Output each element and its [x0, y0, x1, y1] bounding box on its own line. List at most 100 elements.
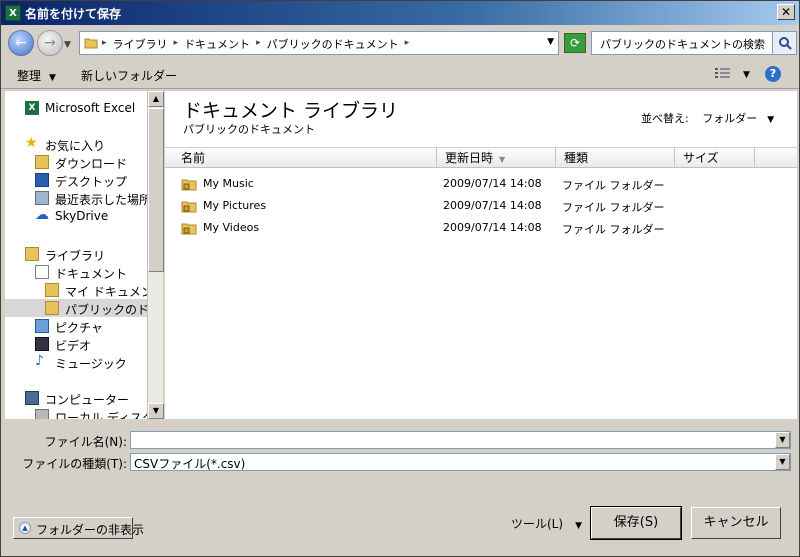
- navigation-pane: X Microsoft Excel ★ お気に入り ダウンロード デスクトップ …: [5, 91, 147, 419]
- nav-item-computer[interactable]: コンピューター: [5, 389, 147, 407]
- recent-pages-dropdown-icon[interactable]: ▼: [64, 40, 71, 50]
- folder-icon: [45, 301, 59, 315]
- nav-item-label: ライブラリ: [45, 249, 106, 263]
- search-icon[interactable]: [772, 32, 796, 54]
- file-row[interactable]: My Pictures 2009/07/14 14:08 ファイル フォルダー: [165, 195, 797, 217]
- file-row[interactable]: My Videos 2009/07/14 14:08 ファイル フォルダー: [165, 217, 797, 239]
- nav-item-desktop[interactable]: デスクトップ: [5, 171, 147, 189]
- save-as-dialog: X 名前を付けて保存 ✕ ← → ▼ ▸ ライブラリ ▸ ドキュメント ▸ パブ…: [0, 0, 800, 557]
- arrange-label: 並べ替え:: [641, 112, 689, 125]
- column-header-row: 名前 更新日時 ▼ 種類 サイズ: [165, 147, 797, 168]
- cancel-button[interactable]: キャンセル: [691, 507, 781, 539]
- filename-dropdown-icon[interactable]: ▼: [775, 432, 790, 448]
- window-title: 名前を付けて保存: [25, 7, 122, 21]
- filename-field[interactable]: ▼: [130, 431, 791, 449]
- nav-item-documents[interactable]: ドキュメント: [5, 263, 147, 281]
- column-header-size[interactable]: サイズ: [675, 148, 755, 168]
- arrange-value: フォルダー: [702, 112, 758, 125]
- folder-lock-icon: [181, 201, 197, 213]
- forward-button[interactable]: →: [37, 30, 63, 56]
- file-date: 2009/07/14 14:08: [443, 199, 542, 212]
- address-row: ← → ▼ ▸ ライブラリ ▸ ドキュメント ▸ パブリックのドキュメント ▸ …: [1, 25, 799, 61]
- nav-item-label: お気に入り: [45, 139, 106, 153]
- scroll-up-icon[interactable]: ▲: [148, 91, 164, 107]
- sort-descending-icon: ▼: [499, 155, 506, 164]
- column-header-date[interactable]: 更新日時 ▼: [437, 148, 556, 168]
- nav-item-pictures[interactable]: ピクチャ: [5, 317, 147, 335]
- video-icon: [35, 337, 49, 351]
- organize-menu-button[interactable]: 整理 ▼: [17, 67, 56, 84]
- nav-item-public-documents[interactable]: パブリックのドキュメント: [5, 299, 147, 317]
- new-folder-button[interactable]: 新しいフォルダー: [81, 67, 177, 84]
- nav-item-music[interactable]: ♪ ミュージック: [5, 353, 147, 371]
- file-type: ファイル フォルダー: [562, 201, 665, 214]
- save-fields: ファイル名(N): ▼ ファイルの種類(T): CSVファイル(*.csv) ▼: [1, 421, 799, 481]
- desktop-icon: [35, 173, 49, 187]
- recent-places-icon: [35, 191, 49, 205]
- nav-item-libraries[interactable]: ライブラリ: [5, 245, 147, 263]
- hide-folders-button[interactable]: ▲ フォルダーの非表示: [13, 517, 144, 539]
- nav-item-recent-places[interactable]: 最近表示した場所: [5, 189, 147, 207]
- scroll-down-icon[interactable]: ▼: [148, 403, 164, 419]
- folder-lock-icon: [181, 179, 197, 191]
- command-bar: 整理 ▼ 新しいフォルダー ▼ ?: [1, 61, 799, 89]
- address-history-dropdown-icon[interactable]: ▼: [547, 37, 554, 47]
- view-dropdown-icon[interactable]: ▼: [743, 70, 750, 80]
- file-name: My Pictures: [203, 199, 267, 212]
- navigation-scrollbar[interactable]: ▲ ▼: [147, 91, 164, 419]
- nav-item-videos[interactable]: ビデオ: [5, 335, 147, 353]
- column-label: 更新日時: [445, 151, 494, 165]
- nav-item-label: マイ ドキュメント: [65, 285, 147, 299]
- nav-item-label: パブリックのドキュメント: [65, 303, 147, 317]
- chevron-right-icon[interactable]: ▸: [174, 36, 179, 52]
- column-header-name[interactable]: 名前: [173, 148, 437, 168]
- chevron-down-icon: ▼: [575, 521, 582, 531]
- filetype-value: CSVファイル(*.csv): [134, 457, 246, 471]
- nav-item-local-disk[interactable]: ローカル ディスク (C:): [5, 407, 147, 419]
- breadcrumb-item[interactable]: ライブラリ: [113, 36, 168, 52]
- nav-item-label: ドキュメント: [55, 267, 128, 281]
- view-list-icon: [715, 68, 730, 78]
- column-label: 名前: [181, 151, 206, 165]
- nav-item-downloads[interactable]: ダウンロード: [5, 153, 147, 171]
- view-options-button[interactable]: [715, 67, 731, 82]
- chevron-down-icon: ▼: [49, 73, 56, 83]
- tools-menu-button[interactable]: ツール(L) ▼: [511, 515, 582, 532]
- arrange-by-control[interactable]: 並べ替え: フォルダー ▼: [641, 110, 774, 126]
- chevron-down-icon: ▼: [767, 115, 775, 125]
- column-label: 種類: [564, 151, 589, 165]
- breadcrumb-item[interactable]: パブリックのドキュメント: [267, 36, 399, 52]
- refresh-button[interactable]: ⟳: [564, 33, 586, 53]
- help-icon[interactable]: ?: [765, 66, 781, 82]
- filetype-label: ファイルの種類(T):: [22, 457, 127, 471]
- file-type: ファイル フォルダー: [562, 179, 665, 192]
- chevron-right-icon[interactable]: ▸: [256, 36, 261, 52]
- filetype-select[interactable]: CSVファイル(*.csv) ▼: [130, 453, 791, 471]
- file-list-pane: ドキュメント ライブラリ パブリックのドキュメント 並べ替え: フォルダー ▼ 名…: [165, 91, 797, 419]
- nav-item-skydrive[interactable]: ☁ SkyDrive: [5, 207, 147, 225]
- scrollbar-thumb[interactable]: [148, 108, 164, 272]
- breadcrumb-item[interactable]: ドキュメント: [184, 36, 250, 52]
- save-button[interactable]: 保存(S): [590, 506, 682, 540]
- column-header-type[interactable]: 種類: [556, 148, 675, 168]
- nav-item-microsoft-excel[interactable]: X Microsoft Excel: [5, 99, 147, 117]
- search-input[interactable]: パブリックのドキュメントの検索: [591, 31, 797, 55]
- cloud-icon: ☁: [35, 207, 49, 223]
- music-icon: ♪: [35, 353, 44, 369]
- chevron-right-icon[interactable]: ▸: [102, 36, 107, 52]
- nav-item-label: コンピューター: [45, 393, 130, 407]
- file-name: My Music: [203, 177, 254, 190]
- nav-item-favorites[interactable]: ★ お気に入り: [5, 135, 147, 153]
- nav-item-my-documents[interactable]: マイ ドキュメント: [5, 281, 147, 299]
- download-folder-icon: [35, 155, 49, 169]
- file-row[interactable]: My Music 2009/07/14 14:08 ファイル フォルダー: [165, 173, 797, 195]
- address-bar[interactable]: ▸ ライブラリ ▸ ドキュメント ▸ パブリックのドキュメント ▸ ▼: [79, 31, 559, 55]
- nav-item-label: ダウンロード: [55, 157, 128, 171]
- chevron-right-icon[interactable]: ▸: [405, 36, 410, 52]
- excel-icon: X: [5, 5, 21, 21]
- filetype-dropdown-icon[interactable]: ▼: [775, 454, 790, 470]
- back-button[interactable]: ←: [8, 30, 34, 56]
- file-name: My Videos: [203, 221, 260, 234]
- disk-icon: [35, 409, 49, 419]
- close-button[interactable]: ✕: [777, 4, 795, 20]
